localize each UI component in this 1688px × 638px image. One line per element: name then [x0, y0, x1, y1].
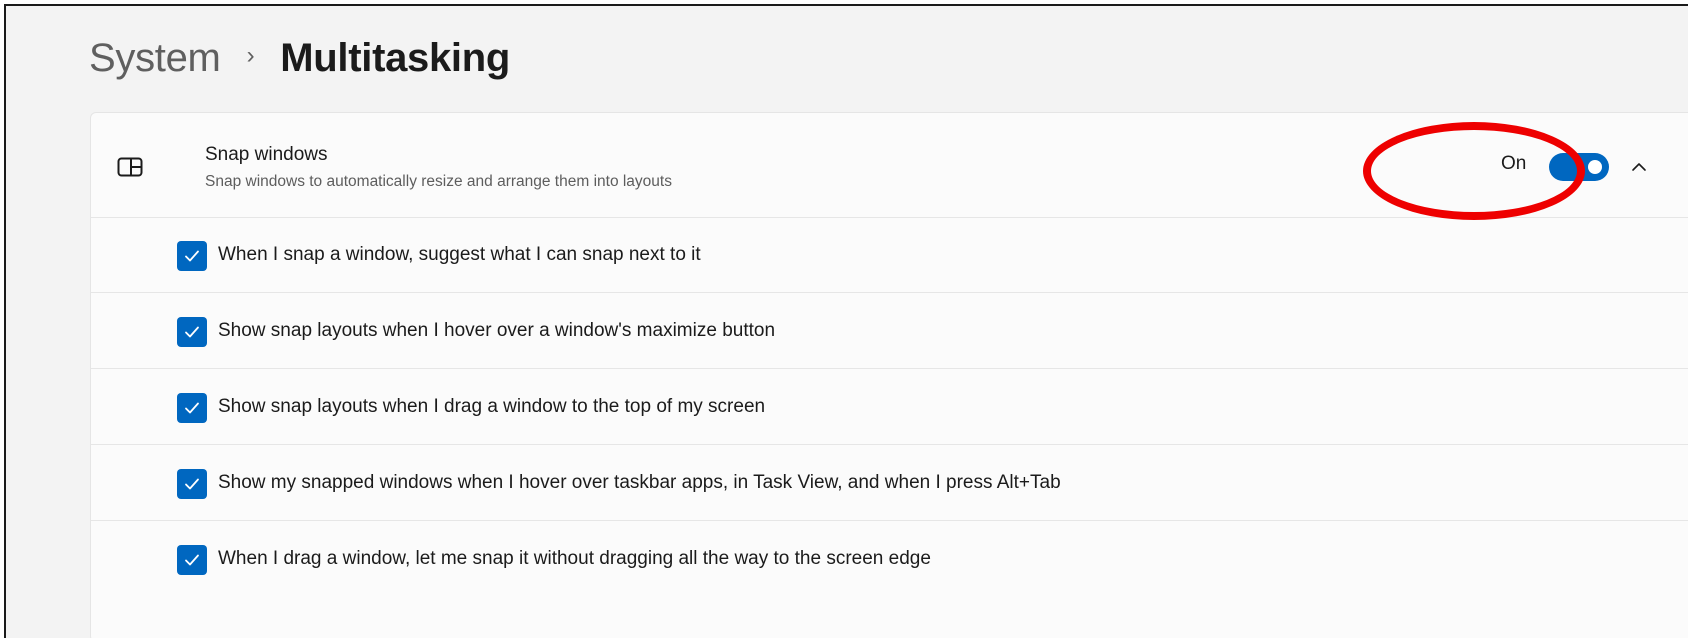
checkbox-snap-layouts-drag-top[interactable]: [177, 393, 207, 423]
option-label: Show my snapped windows when I hover ove…: [218, 472, 1061, 493]
snap-layout-icon: [117, 157, 143, 177]
option-show-snapped-windows[interactable]: Show my snapped windows when I hover ove…: [91, 445, 1688, 521]
checkmark-icon: [185, 250, 199, 262]
settings-window: System › Multitasking Snap windows Snap …: [4, 4, 1688, 638]
option-snap-layouts-hover-maximize[interactable]: Show snap layouts when I hover over a wi…: [91, 293, 1688, 369]
snap-windows-description: Snap windows to automatically resize and…: [205, 173, 672, 190]
checkmark-icon: [185, 402, 199, 414]
checkmark-icon: [185, 326, 199, 338]
checkmark-icon: [185, 478, 199, 490]
checkbox-snap-layouts-hover-maximize[interactable]: [177, 317, 207, 347]
toggle-knob: [1588, 160, 1602, 174]
option-suggest-snap-next[interactable]: When I snap a window, suggest what I can…: [91, 217, 1688, 293]
checkbox-suggest-snap-next[interactable]: [177, 241, 207, 271]
page-title: Multitasking: [280, 35, 511, 80]
checkbox-snap-without-edge[interactable]: [177, 545, 207, 575]
breadcrumb-separator-icon: ›: [246, 42, 255, 69]
option-label: When I snap a window, suggest what I can…: [218, 244, 701, 265]
option-label: Show snap layouts when I hover over a wi…: [218, 320, 776, 341]
option-label: When I drag a window, let me snap it wit…: [218, 548, 931, 569]
option-snap-layouts-drag-top[interactable]: Show snap layouts when I drag a window t…: [91, 369, 1688, 445]
snap-windows-header[interactable]: Snap windows Snap windows to automatical…: [91, 113, 1688, 218]
chevron-up-icon[interactable]: [1629, 157, 1649, 177]
toggle-state-label: On: [1501, 153, 1527, 174]
snap-windows-toggle[interactable]: [1549, 153, 1609, 181]
checkmark-icon: [185, 554, 199, 566]
option-snap-without-edge[interactable]: When I drag a window, let me snap it wit…: [91, 521, 1688, 597]
snap-windows-card: Snap windows Snap windows to automatical…: [90, 112, 1688, 638]
snap-windows-title: Snap windows: [205, 144, 328, 165]
checkbox-show-snapped-windows[interactable]: [177, 469, 207, 499]
breadcrumb-system[interactable]: System: [89, 36, 221, 81]
breadcrumb: System › Multitasking: [89, 28, 510, 88]
option-label: Show snap layouts when I drag a window t…: [218, 396, 766, 417]
